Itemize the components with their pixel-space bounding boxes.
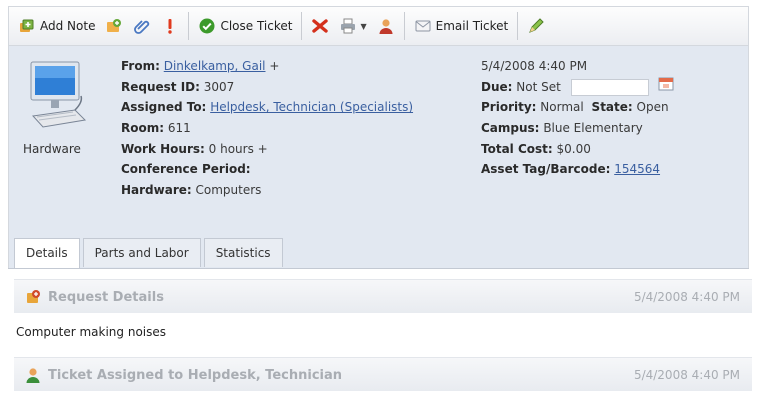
pencil-icon xyxy=(527,17,545,35)
assigned-row: Assigned To: Helpdesk, Technician (Speci… xyxy=(121,97,413,118)
request-details-icon xyxy=(24,288,42,309)
timeline-entry-body: Computer making noises xyxy=(16,325,166,339)
total-cost-row: Total Cost: $0.00 xyxy=(481,139,674,160)
check-circle-icon xyxy=(198,17,216,35)
toolbar-divider xyxy=(188,12,190,40)
add-requester-button[interactable]: + xyxy=(269,59,279,73)
ticket-details-right: 5/4/2008 4:40 PM Due: Not Set Priority: … xyxy=(481,56,674,180)
work-hours-row: Work Hours: 0 hours + xyxy=(121,139,413,160)
printer-icon xyxy=(339,17,357,35)
computer-icon xyxy=(27,60,89,135)
priority-value[interactable]: Normal xyxy=(540,100,583,114)
asset-row: Asset Tag/Barcode: 154564 xyxy=(481,159,674,180)
add-note-button[interactable]: Add Note xyxy=(13,11,100,41)
due-label: Due: xyxy=(481,79,513,94)
due-date-input[interactable] xyxy=(570,78,649,96)
room-value: 611 xyxy=(167,121,191,136)
campus-row: Campus: Blue Elementary xyxy=(481,118,674,139)
tab-parts-and-labor[interactable]: Parts and Labor xyxy=(82,238,201,267)
request-id-row: Request ID: 3007 xyxy=(121,77,413,98)
total-cost-value: $0.00 xyxy=(556,141,591,156)
calendar-icon[interactable] xyxy=(658,77,674,98)
priority-label: Priority: xyxy=(481,100,537,115)
assigned-link[interactable]: Helpdesk, Technician (Specialists) xyxy=(210,100,413,114)
delete-button[interactable] xyxy=(306,11,334,41)
ticket-details-left: From: Dinkelkamp, Gail + Request ID: 300… xyxy=(121,56,413,201)
total-cost-label: Total Cost: xyxy=(481,141,553,156)
toolbar-divider xyxy=(403,12,405,40)
assign-button[interactable] xyxy=(372,11,400,41)
request-id-value: 3007 xyxy=(203,79,235,94)
timeline-entry-header: Ticket Assigned to Helpdesk, Technician … xyxy=(14,357,752,391)
user-assign-icon xyxy=(24,366,42,387)
created-date: 5/4/2008 4:40 PM xyxy=(481,59,588,73)
request-id-label: Request ID: xyxy=(121,79,200,94)
hardware-label: Hardware: xyxy=(121,183,192,198)
close-ticket-label: Close Ticket xyxy=(220,19,293,33)
conference-label: Conference Period: xyxy=(121,162,251,177)
exclamation-icon xyxy=(161,17,179,35)
paperclip-icon xyxy=(133,17,151,35)
tab-details[interactable]: Details xyxy=(14,238,80,269)
ticket-timeline: Request Details 5/4/2008 4:40 PM Compute… xyxy=(8,268,752,420)
ticket-tabs: Details Parts and Labor Statistics xyxy=(14,238,286,269)
hardware-value: Computers xyxy=(195,183,262,198)
due-row: Due: Not Set xyxy=(481,77,674,98)
attach-button[interactable] xyxy=(128,11,156,41)
hardware-row: Hardware: Computers xyxy=(121,180,413,201)
ticket-view: Add Note Close Ticket ▼ Email Ticket Har… xyxy=(0,0,757,420)
assigned-label: Assigned To: xyxy=(121,100,207,115)
add-item-icon xyxy=(105,17,123,35)
edit-button[interactable] xyxy=(522,11,550,41)
timeline-entry-time: 5/4/2008 4:40 PM xyxy=(633,290,740,304)
add-note-icon xyxy=(18,17,36,35)
timeline-entry-title: Request Details xyxy=(48,290,164,305)
close-ticket-button[interactable]: Close Ticket xyxy=(193,11,297,41)
from-label: From: xyxy=(121,59,160,73)
priority-row: Priority: Normal State: Open xyxy=(481,97,674,118)
work-hours-label: Work Hours: xyxy=(121,141,205,156)
work-hours-value[interactable]: 0 hours + xyxy=(209,142,268,156)
toolbar-divider xyxy=(517,12,519,40)
campus-label: Campus: xyxy=(481,121,540,136)
tab-statistics[interactable]: Statistics xyxy=(203,238,283,267)
conference-row: Conference Period: xyxy=(121,159,413,180)
asset-link[interactable]: 154564 xyxy=(614,162,660,176)
email-ticket-label: Email Ticket xyxy=(435,19,509,33)
ticket-toolbar: Add Note Close Ticket ▼ Email Ticket xyxy=(8,6,749,46)
email-ticket-button[interactable]: Email Ticket xyxy=(409,11,514,41)
dropdown-arrow-icon: ▼ xyxy=(360,21,367,31)
room-label: Room: xyxy=(121,121,165,136)
from-link[interactable]: Dinkelkamp, Gail xyxy=(164,59,266,73)
add-note-label: Add Note xyxy=(40,19,96,33)
timeline-entry-time: 5/4/2008 4:40 PM xyxy=(633,368,740,382)
category-label: Hardware xyxy=(23,142,81,156)
asset-label: Asset Tag/Barcode: xyxy=(481,162,611,177)
ticket-header: Hardware From: Dinkelkamp, Gail + Reques… xyxy=(8,46,749,268)
priority-button[interactable] xyxy=(156,11,184,41)
from-row: From: Dinkelkamp, Gail + xyxy=(121,56,413,77)
timeline-entry-header: Request Details 5/4/2008 4:40 PM xyxy=(14,279,752,313)
campus-value: Blue Elementary xyxy=(543,121,643,136)
state-label: State: xyxy=(591,100,633,115)
room-row: Room: 611 xyxy=(121,118,413,139)
timeline-entry-title: Ticket Assigned to Helpdesk, Technician xyxy=(48,368,343,383)
state-value[interactable]: Open xyxy=(637,100,669,114)
created-row: 5/4/2008 4:40 PM xyxy=(481,56,674,77)
due-value: Not Set xyxy=(516,79,561,94)
user-icon xyxy=(377,17,395,35)
add-item-button[interactable] xyxy=(100,11,128,41)
envelope-icon xyxy=(414,17,432,35)
print-button[interactable]: ▼ xyxy=(334,11,371,41)
delete-x-icon xyxy=(311,17,329,35)
toolbar-divider xyxy=(301,12,303,40)
